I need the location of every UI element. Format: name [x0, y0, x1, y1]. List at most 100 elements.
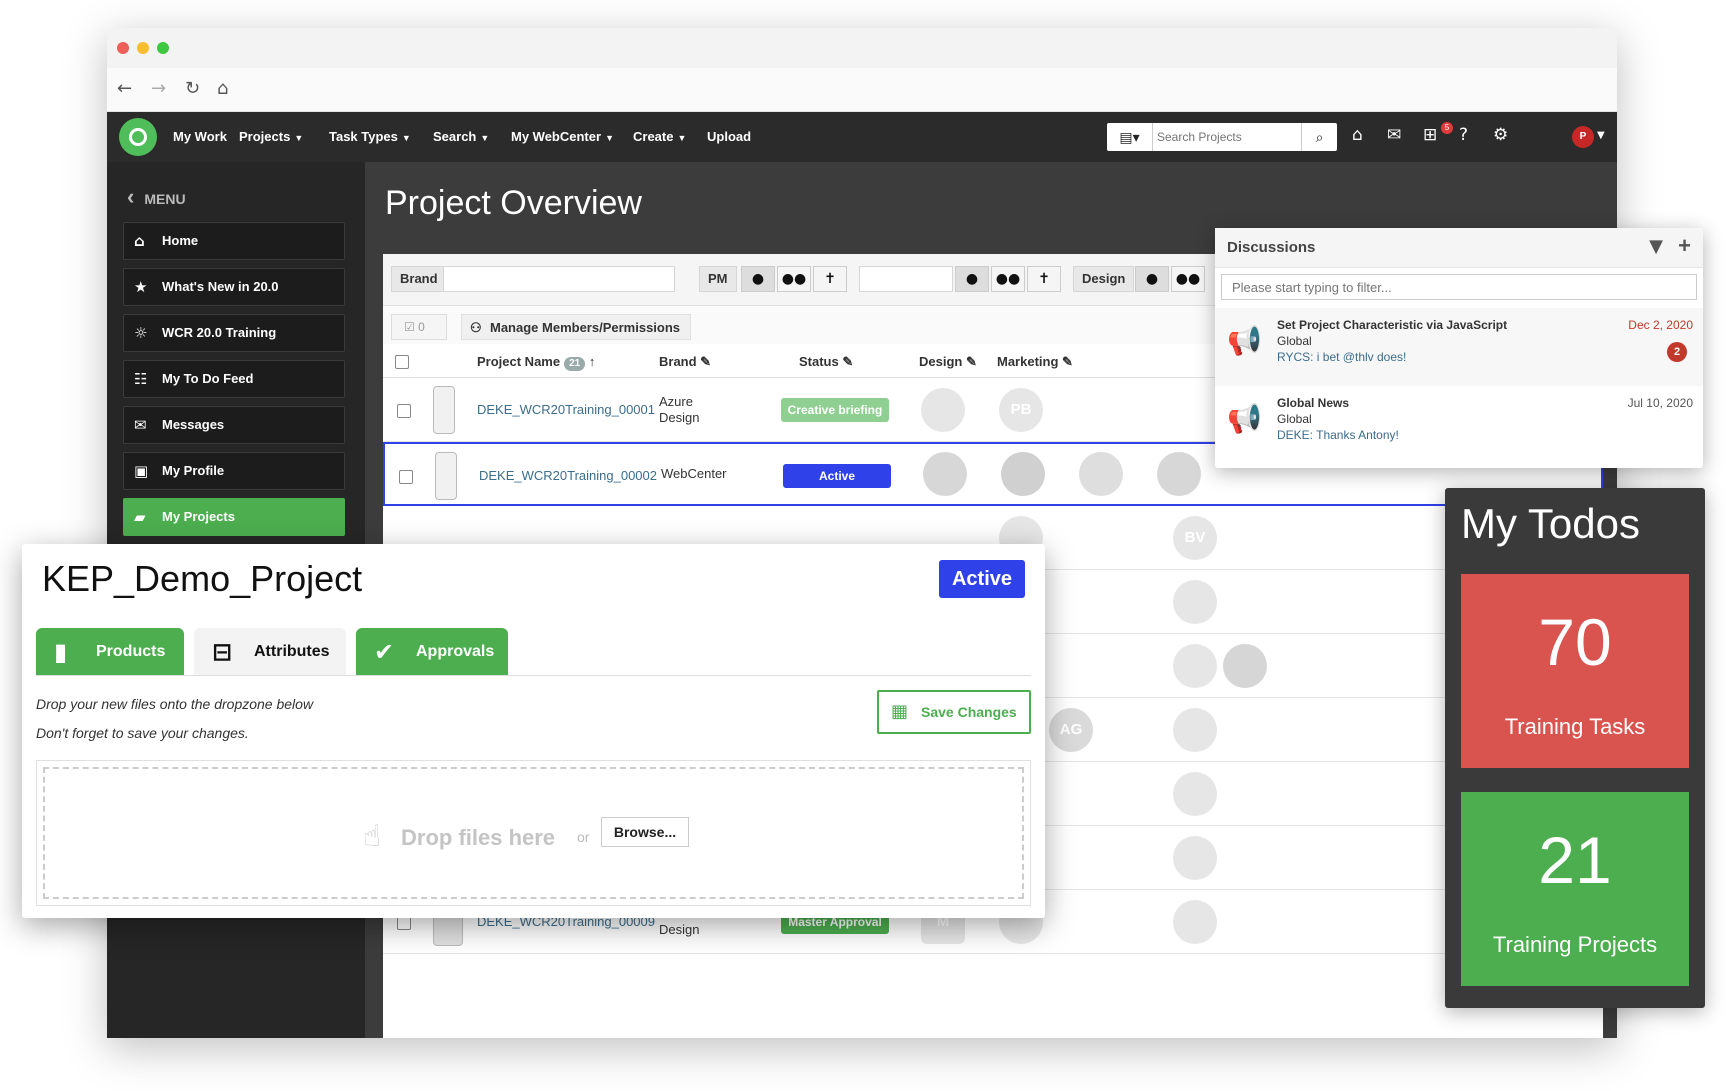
add-icon[interactable]: +: [1678, 233, 1691, 259]
close-window-button[interactable]: [117, 42, 129, 54]
project-title: KEP_Demo_Project: [42, 558, 363, 599]
project-name-header[interactable]: Project Name 21 ↑: [477, 354, 595, 371]
single-user-icon[interactable]: ●: [955, 266, 989, 292]
status-badge[interactable]: Active: [783, 464, 891, 488]
gear-icon[interactable]: ⚙: [1493, 125, 1508, 145]
group-users-icon[interactable]: ●●: [1171, 266, 1205, 292]
chat-icon: ✉: [134, 416, 147, 434]
avatar[interactable]: BV: [1173, 516, 1217, 560]
nav-upload[interactable]: Upload: [707, 129, 751, 144]
avatar[interactable]: [1001, 452, 1045, 496]
brand-line: Design: [659, 410, 700, 425]
user-avatar[interactable]: P: [1572, 126, 1594, 148]
select-all-dropdown[interactable]: ☑ 0: [391, 314, 447, 340]
status-header[interactable]: Status ✎: [799, 354, 853, 370]
check-icon: ☑: [404, 320, 419, 334]
avatar[interactable]: [1079, 452, 1123, 496]
discussion-item[interactable]: 📢 Global News Global DEKE: Thanks Antony…: [1215, 386, 1703, 464]
chevron-down-icon[interactable]: ▼: [1597, 130, 1605, 141]
sidebar-item-messages[interactable]: ✉ Messages: [123, 406, 345, 444]
single-user-icon[interactable]: ●: [1135, 266, 1169, 292]
back-arrow-icon[interactable]: ←: [117, 78, 132, 99]
brand-header[interactable]: Brand ✎: [659, 354, 711, 370]
avatar[interactable]: [1173, 772, 1217, 816]
nav-my-work[interactable]: My Work: [173, 129, 227, 144]
avatar[interactable]: [1173, 836, 1217, 880]
avatar[interactable]: PB: [999, 388, 1043, 432]
training-projects-tile[interactable]: 21 Training Projects: [1461, 792, 1689, 986]
pm-filter-input[interactable]: [859, 266, 953, 292]
manage-members-button[interactable]: ⚇ Manage Members/Permissions: [461, 314, 692, 340]
tab-attributes[interactable]: ⊟ Attributes: [194, 628, 346, 676]
sidebar-item-my-projects[interactable]: ▰ My Projects: [123, 498, 345, 536]
brand-filter-label: Brand: [391, 266, 447, 292]
avatar[interactable]: [1173, 900, 1217, 944]
avatar[interactable]: [1173, 644, 1217, 688]
design-header[interactable]: Design ✎: [919, 354, 977, 370]
discussion-filter-input[interactable]: [1221, 274, 1697, 300]
search-input[interactable]: [1157, 127, 1297, 147]
filter-icon[interactable]: ▼: [1649, 236, 1663, 257]
app-logo[interactable]: [119, 118, 157, 156]
maximize-window-button[interactable]: [157, 42, 169, 54]
person-icon[interactable]: ✝: [1027, 266, 1061, 292]
row-checkbox[interactable]: [399, 470, 413, 484]
project-name-link[interactable]: DEKE_WCR20Training_00001: [477, 402, 655, 417]
reload-icon[interactable]: ↻: [185, 78, 200, 99]
discussion-item[interactable]: 📢 Set Project Characteristic via JavaScr…: [1215, 308, 1703, 386]
person-icon[interactable]: ✝: [813, 266, 847, 292]
avatar[interactable]: [1173, 580, 1217, 624]
home-icon[interactable]: ⌂: [217, 78, 228, 99]
drop-files-text: Drop files here: [401, 825, 556, 850]
chevron-left-icon: ‹: [127, 184, 135, 209]
pencil-icon: ✎: [962, 354, 977, 369]
cart-icon[interactable]: ⊞: [1423, 125, 1437, 145]
sidebar-item-training[interactable]: ☼ WCR 20.0 Training: [123, 314, 345, 352]
sidebar-title[interactable]: ‹ MENU: [127, 184, 186, 210]
sidebar-item-whats-new[interactable]: ★ What's New in 20.0: [123, 268, 345, 306]
group-users-icon[interactable]: ●●: [777, 266, 811, 292]
nav-projects[interactable]: Projects ▼: [239, 129, 303, 144]
sidebar-item-my-profile[interactable]: ▣ My Profile: [123, 452, 345, 490]
brand-filter-input[interactable]: [443, 266, 675, 292]
help-icon[interactable]: ?: [1459, 125, 1468, 145]
avatar[interactable]: [1223, 644, 1267, 688]
avatar[interactable]: [1173, 708, 1217, 752]
avatar[interactable]: AG: [1049, 708, 1093, 752]
sidebar-item-todo-feed[interactable]: ☷ My To Do Feed: [123, 360, 345, 398]
save-hint: Don't forget to save your changes.: [36, 725, 249, 741]
save-changes-button[interactable]: ▦ Save Changes: [877, 690, 1031, 734]
status-badge[interactable]: Creative briefing: [781, 398, 889, 422]
pencil-icon: ✎: [1058, 354, 1073, 369]
forward-arrow-icon[interactable]: →: [151, 78, 166, 99]
browse-button[interactable]: Browse...: [601, 817, 689, 847]
nav-search[interactable]: Search ▼: [433, 129, 489, 144]
folder-icon: ▰: [134, 508, 146, 526]
dropzone[interactable]: ☝ Drop files here or Browse...: [43, 767, 1024, 899]
tag-icon: ⊟: [212, 638, 233, 666]
training-tasks-tile[interactable]: 70 Training Tasks: [1461, 574, 1689, 768]
nav-task-types[interactable]: Task Types ▼: [329, 129, 411, 144]
avatar[interactable]: [923, 452, 967, 496]
minimize-window-button[interactable]: [137, 42, 149, 54]
avatar[interactable]: [1157, 452, 1201, 496]
row-checkbox[interactable]: [397, 404, 411, 418]
tab-approvals[interactable]: ✔ Approvals: [356, 628, 508, 676]
marketing-header[interactable]: Marketing ✎: [997, 354, 1073, 370]
nav-my-webcenter[interactable]: My WebCenter ▼: [511, 129, 614, 144]
search-icon[interactable]: ⌕: [1301, 123, 1337, 151]
sidebar-item-home[interactable]: ⌂ Home: [123, 222, 345, 260]
home-icon[interactable]: ⌂: [1352, 125, 1363, 145]
avatar[interactable]: [921, 388, 965, 432]
select-all-checkbox[interactable]: [395, 355, 409, 369]
notifications-icon[interactable]: ✉: [1387, 125, 1401, 145]
brand-cell: AzureDesign: [659, 394, 699, 426]
nav-create[interactable]: Create ▼: [633, 129, 686, 144]
group-users-icon[interactable]: ●●: [991, 266, 1025, 292]
project-name-link[interactable]: DEKE_WCR20Training_00002: [479, 468, 657, 483]
search-type-select[interactable]: ▤▾: [1107, 123, 1153, 151]
brand-line: Design: [659, 922, 700, 937]
row-checkbox[interactable]: [397, 916, 411, 930]
single-user-icon[interactable]: ●: [741, 266, 775, 292]
tab-products[interactable]: ▮ Products: [36, 628, 184, 676]
